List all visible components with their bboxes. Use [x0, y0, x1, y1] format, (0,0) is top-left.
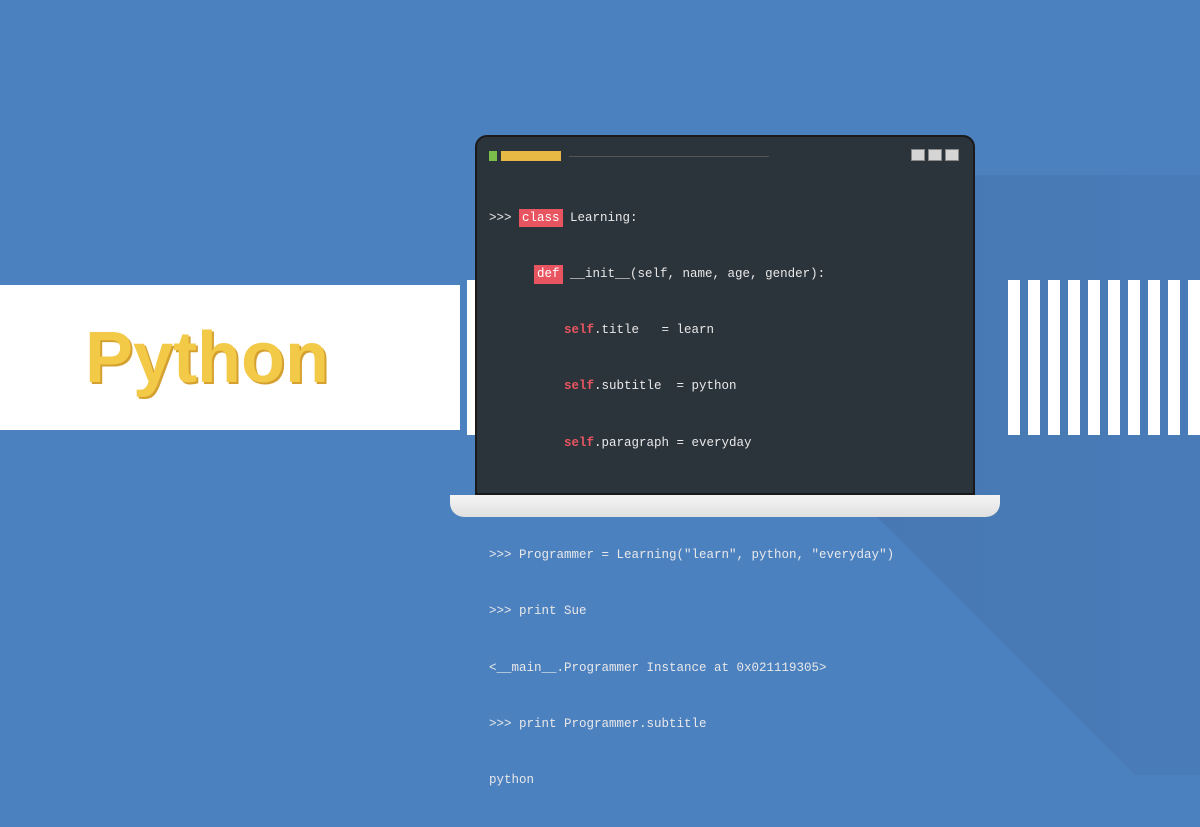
editor-tab-bar — [489, 149, 961, 163]
code-line-8: <__main__.Programmer Instance at 0x02111… — [489, 659, 961, 678]
window-controls — [911, 149, 959, 161]
active-tab — [501, 151, 561, 161]
title-banner: Python — [0, 285, 460, 430]
code-line-10: python — [489, 771, 961, 790]
code-line-3: self.title = learn — [489, 321, 961, 340]
window-close-icon — [945, 149, 959, 161]
tab-indicator-icon — [489, 151, 497, 161]
code-line-5: self.paragraph = everyday — [489, 434, 961, 453]
code-line-9: >>> print Programmer.subtitle — [489, 715, 961, 734]
window-minimize-icon — [911, 149, 925, 161]
laptop-illustration: >>> class Learning: def __init__(self, n… — [475, 135, 985, 535]
code-line-1: >>> class Learning: — [489, 209, 961, 228]
code-line-4: self.subtitle = python — [489, 377, 961, 396]
laptop-base — [450, 495, 1000, 517]
laptop-screen: >>> class Learning: def __init__(self, n… — [475, 135, 975, 495]
python-title: Python — [85, 317, 329, 399]
code-line-2: def __init__(self, name, age, gender): — [489, 265, 961, 284]
decorative-stripes-right — [1008, 280, 1200, 435]
window-maximize-icon — [928, 149, 942, 161]
code-line-7: >>> print Sue — [489, 602, 961, 621]
tab-divider — [569, 156, 769, 157]
code-line-6: >>> Programmer = Learning("learn", pytho… — [489, 546, 961, 565]
